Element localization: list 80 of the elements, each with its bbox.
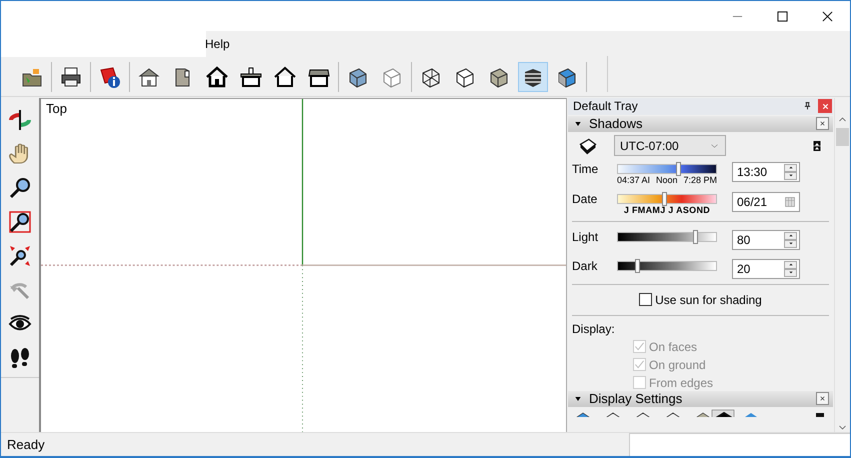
- menu-item[interactable]: Help: [202, 36, 233, 50]
- zoom-extents-icon: [8, 244, 32, 268]
- close-icon: [822, 10, 833, 22]
- light-label: Light: [572, 230, 600, 244]
- pin-icon: [803, 101, 812, 112]
- close-icon: [820, 102, 830, 111]
- time-input[interactable]: 13:30: [733, 164, 784, 179]
- time-slider-track[interactable]: [617, 164, 717, 174]
- scroll-down-icon: [838, 423, 847, 432]
- close-icon: [819, 395, 826, 402]
- close-icon: [819, 120, 826, 128]
- checkbox-label: From edges: [649, 376, 714, 390]
- scrollbar[interactable]: [834, 98, 850, 432]
- dark-field[interactable]: 20: [732, 258, 800, 279]
- date-label: Date: [572, 192, 598, 206]
- section-header[interactable]: Display Settings: [568, 390, 833, 407]
- expanded-arrow-icon: [574, 120, 582, 128]
- shadow-icon: [578, 136, 598, 156]
- up-arrow-icon: [788, 165, 794, 170]
- view-label: Top: [46, 100, 67, 116]
- chevron-down-icon: [709, 142, 720, 150]
- tray-close-button[interactable]: [818, 99, 832, 114]
- up-arrow-icon: [788, 233, 794, 238]
- section-title: Display Settings: [589, 391, 684, 406]
- checkbox-label: Use sun for shading: [655, 292, 762, 307]
- scroll-up-icon: [838, 114, 847, 124]
- display-label: Display:: [572, 322, 616, 336]
- time-field[interactable]: 13:30: [732, 162, 800, 182]
- timezone-dropdown[interactable]: UTC-07:00: [614, 135, 726, 156]
- down-arrow-icon: [788, 173, 794, 178]
- spin-up-button[interactable]: [784, 164, 797, 172]
- timezone-value: UTC-07:00: [620, 138, 679, 153]
- tick-label: Noon: [656, 174, 678, 185]
- status-text: Ready: [6, 437, 46, 452]
- expanded-arrow-icon: [574, 394, 582, 403]
- spin-up-button[interactable]: [784, 232, 797, 240]
- date-field[interactable]: 06/21: [732, 192, 800, 212]
- date-input[interactable]: 06/21: [733, 194, 784, 209]
- info-icon: [98, 65, 122, 89]
- up-arrow-icon: [788, 262, 794, 268]
- footprints-icon: [8, 346, 32, 370]
- magnifier-icon: [8, 176, 32, 200]
- section-close-button[interactable]: [816, 117, 829, 130]
- orbit-icon: [8, 108, 32, 132]
- down-arrow-icon: [788, 270, 794, 276]
- checkbox-label: On ground: [649, 358, 706, 372]
- light-field[interactable]: 80: [732, 230, 800, 250]
- tone-slider-track[interactable]: [617, 260, 717, 271]
- dark-label: Dark: [572, 258, 598, 273]
- tone-slider-track[interactable]: [617, 232, 717, 242]
- checkbox[interactable]: [639, 293, 652, 306]
- house-icon: [273, 65, 297, 89]
- printer-icon: [59, 65, 83, 89]
- maximize-icon: [777, 10, 788, 22]
- slider-thumb[interactable]: [634, 258, 640, 273]
- tone-input[interactable]: 20: [733, 262, 784, 276]
- down-arrow-icon: [788, 241, 794, 246]
- scrollbar-thumb[interactable]: [836, 128, 849, 146]
- slider-thumb[interactable]: [693, 230, 698, 244]
- spin-up-button[interactable]: [784, 260, 797, 269]
- tick-label: 7:28 PM: [683, 174, 717, 185]
- check-icon: [634, 341, 645, 352]
- slider-thumb[interactable]: [662, 192, 668, 206]
- section-header[interactable]: Shadows: [568, 116, 833, 132]
- tick-label: 04:37 AI: [617, 174, 650, 185]
- zoom-window-icon: [8, 210, 32, 234]
- date-slider-track[interactable]: [617, 194, 717, 204]
- month-labels: J FMAMJ J ASOND: [624, 204, 710, 215]
- house-icon: [205, 65, 229, 89]
- slider-thumb[interactable]: [676, 162, 681, 176]
- calendar-icon: [784, 196, 796, 208]
- section-close-button[interactable]: [816, 392, 829, 406]
- house-icon: [239, 65, 263, 89]
- section-title: Shadows: [589, 116, 644, 132]
- tone-input[interactable]: 80: [733, 232, 784, 247]
- toolbar-button[interactable]: [518, 62, 548, 92]
- tray-title: Default Tray: [573, 99, 639, 114]
- check-icon: [634, 359, 645, 370]
- time-label: Time: [572, 162, 600, 176]
- checkbox-label: On faces: [649, 340, 698, 354]
